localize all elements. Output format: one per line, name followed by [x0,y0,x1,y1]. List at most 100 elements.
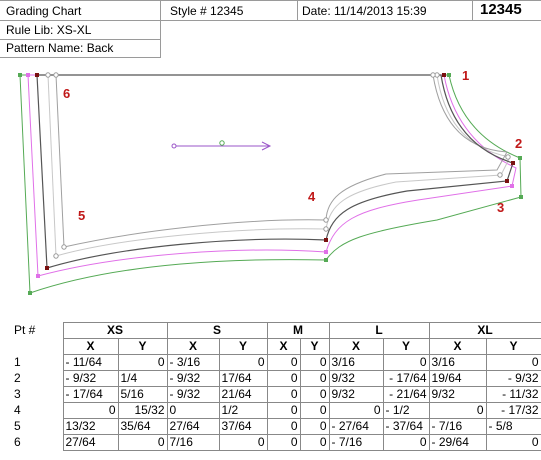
value-cell: - 21/64 [382,386,430,403]
grainline [171,140,272,151]
table-row: 4 0 15/32 0 1/2 0 0 0 - 1/2 0 - 17/32 [0,402,541,419]
axis-y-header: Y [218,338,268,355]
table-row: 2 - 9/32 1/4 - 9/32 17/64 0 0 9/32 - 17/… [0,370,541,387]
value-cell: 0 [218,434,268,451]
point-number: 3 [14,387,21,401]
value-cell: - 29/64 [428,434,487,451]
rule-library: Rule Lib: XS-XL [6,23,92,37]
value-cell: 5/16 [117,386,168,403]
value-cell: 0 [299,434,330,451]
size-header-xl: XL [428,322,541,339]
value-cell: 13/32 [62,418,119,435]
size-header-s: S [166,322,268,339]
value-cell: 9/32 [428,386,487,403]
axis-x-header: X [166,338,220,355]
value-cell: 0 [166,402,220,419]
value-cell: 0 [299,354,330,371]
value-cell: - 11/64 [62,354,119,371]
point-label-2: 2 [515,136,522,151]
axis-x-header: X [328,338,384,355]
size-header-xs: XS [62,322,168,339]
grade-markers [18,72,523,295]
value-cell: - 17/64 [62,386,119,403]
axis-y-header: Y [485,338,541,355]
value-cell: - 11/32 [485,386,541,403]
axis-x-header: X [266,338,301,355]
value-cell: - 5/8 [485,418,541,435]
axis-x-header: X [428,338,487,355]
point-number: 2 [14,371,21,385]
value-cell: - 17/64 [382,370,430,387]
value-cell: 0 [299,402,330,419]
value-cell: 35/64 [117,418,168,435]
size-header-m: M [266,322,330,339]
value-cell: - 9/32 [166,370,220,387]
chart-title: Grading Chart [6,4,82,18]
value-cell: 1/4 [117,370,168,387]
axis-y-header: Y [382,338,430,355]
value-cell: 0 [62,402,119,419]
value-cell: 19/64 [428,370,487,387]
value-cell: 0 [299,386,330,403]
point-label-6: 6 [63,86,70,101]
value-cell: 9/32 [328,370,384,387]
value-cell: 0 [428,402,487,419]
value-cell: 7/16 [166,434,220,451]
style-number: Style # 12345 [170,4,244,18]
value-cell: 17/64 [218,370,268,387]
value-cell: 3/16 [328,354,384,371]
value-cell: 37/64 [218,418,268,435]
size-header-l: L [328,322,430,339]
point-number: 5 [14,419,21,433]
axis-y-header: Y [299,338,330,355]
value-cell: - 17/32 [485,402,541,419]
pt-header: Pt # [14,323,36,337]
value-cell: - 9/32 [62,370,119,387]
value-cell: 0 [218,354,268,371]
value-cell: 0 [266,370,301,387]
value-cell: 0 [266,402,301,419]
table-row: 5 13/32 35/64 27/64 37/64 0 0 - 27/64 - … [0,418,541,435]
xs-outline [55,74,508,248]
value-cell: - 1/2 [382,402,430,419]
pattern-name: Pattern Name: Back [6,41,114,55]
point-number: 4 [14,403,21,417]
grading-chart-sheet: Grading Chart Style # 12345 Date: 11/14/… [0,0,541,460]
value-cell: 15/32 [117,402,168,419]
point-label-3: 3 [497,200,504,215]
value-cell: 27/64 [166,418,220,435]
s-outline [47,74,511,257]
value-cell: - 7/16 [328,434,384,451]
value-cell: 0 [117,434,168,451]
value-cell: 0 [266,354,301,371]
value-cell: - 7/16 [428,418,487,435]
value-cell: 0 [117,354,168,371]
value-cell: 0 [382,354,430,371]
value-cell: 1/2 [218,402,268,419]
point-number: 1 [14,355,21,369]
value-cell: 0 [485,354,541,371]
value-cell: 0 [328,402,384,419]
value-cell: - 9/32 [485,370,541,387]
size-header-row: Pt # XS S M L XL [0,322,541,339]
table-row: 3 - 17/64 5/16 - 9/32 21/64 0 0 9/32 - 2… [0,386,541,403]
grading-table: Pt # XS S M L XL X Y X Y X Y X Y X Y 1 -… [0,322,541,451]
point-label-1: 1 [462,68,469,83]
value-cell: - 3/16 [166,354,220,371]
table-row: 1 - 11/64 0 - 3/16 0 0 0 3/16 0 3/16 0 [0,354,541,371]
value-cell: - 37/64 [382,418,430,435]
value-cell: 0 [266,434,301,451]
point-label-5: 5 [78,208,85,223]
pattern-svg: 1 2 3 4 5 6 [18,68,523,295]
value-cell: 27/64 [62,434,119,451]
header-block: Grading Chart Style # 12345 Date: 11/14/… [0,0,541,60]
value-cell: 0 [382,434,430,451]
axis-header-row: X Y X Y X Y X Y X Y [0,338,541,355]
value-cell: 0 [299,370,330,387]
value-cell: 9/32 [328,386,384,403]
axis-x-header: X [62,338,119,355]
value-cell: 0 [299,418,330,435]
date-stamp: Date: 11/14/2013 15:39 [302,4,427,18]
table-row: 6 27/64 0 7/16 0 0 0 - 7/16 0 - 29/64 0 [0,434,541,451]
pattern-drawing: 1 2 3 4 5 6 [0,60,541,322]
